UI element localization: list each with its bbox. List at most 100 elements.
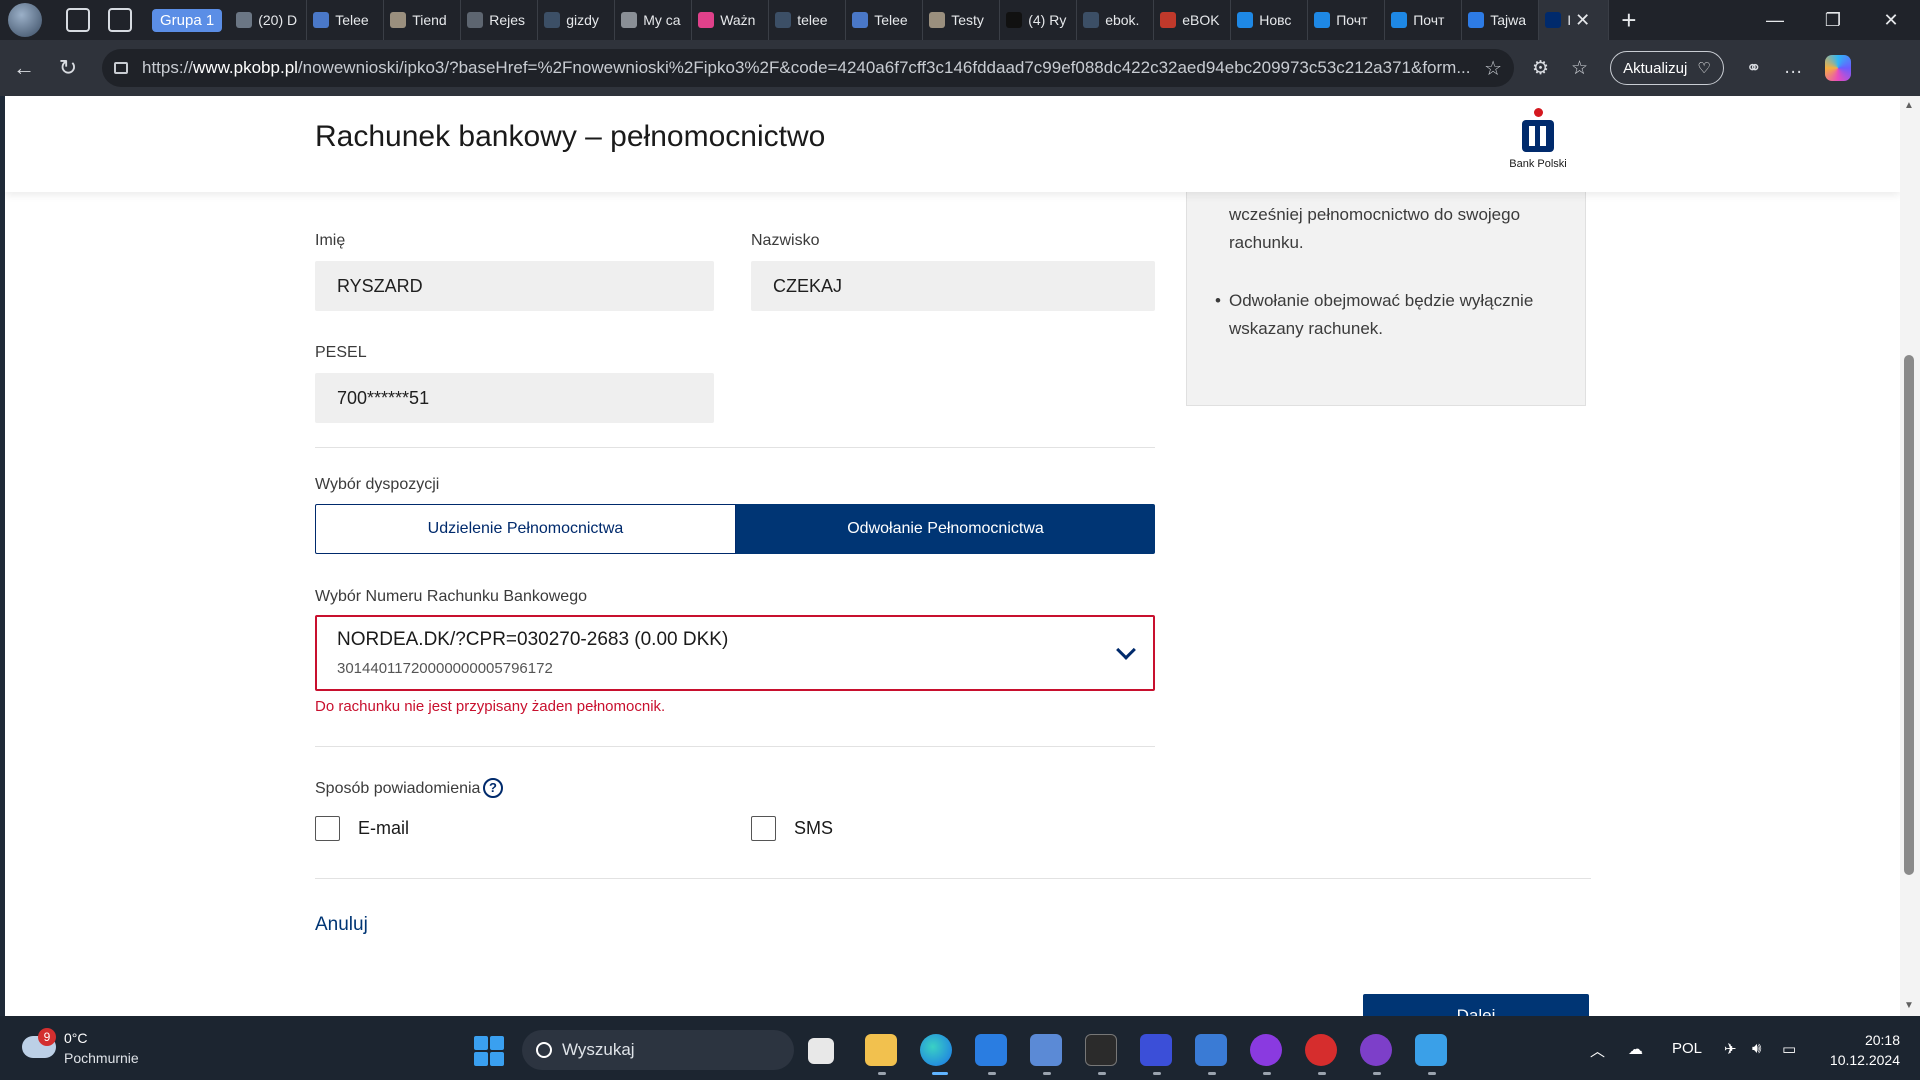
tab-title: eBOK [1182, 12, 1220, 28]
update-button[interactable]: Aktualizuj ♡ [1610, 51, 1724, 85]
divider [315, 878, 1591, 879]
favicon-icon [1237, 12, 1254, 28]
extensions-icon[interactable]: ⚙ [1532, 57, 1549, 80]
more-icon[interactable]: … [1784, 57, 1803, 79]
help-icon[interactable]: ? [483, 778, 503, 798]
account-label: Wybór Numeru Rachunku Bankowego [315, 588, 587, 605]
system-clock[interactable]: 20:18 10.12.2024 [1820, 1030, 1900, 1070]
tab-title: Telee [874, 12, 908, 28]
favicon-icon [236, 12, 253, 28]
terminal-icon[interactable] [1085, 1034, 1117, 1066]
volume-icon[interactable]: 🔊︎ [1752, 1040, 1761, 1057]
refresh-icon[interactable]: ↻ [48, 55, 88, 81]
pesel-label: PESEL [315, 344, 367, 361]
browser-tab[interactable]: gizdy [538, 0, 616, 40]
active-tab[interactable]: I ✕ [1539, 0, 1610, 40]
save-app-icon[interactable] [1140, 1034, 1172, 1066]
browser-tab[interactable]: Tajwa [1462, 0, 1540, 40]
minimize-icon[interactable]: — [1746, 10, 1804, 31]
tab-actions-icon[interactable] [108, 8, 132, 32]
favorite-star-icon[interactable]: ☆ [1484, 56, 1502, 81]
task-view-icon[interactable] [808, 1038, 834, 1064]
clock-date: 10.12.2024 [1829, 1052, 1900, 1068]
browser-tab[interactable]: telee [769, 0, 847, 40]
workspaces-icon[interactable] [66, 8, 90, 32]
chevron-up-icon[interactable]: ︿ [1590, 1040, 1605, 1061]
language-indicator[interactable]: POL [1672, 1040, 1702, 1057]
search-icon [536, 1042, 552, 1058]
toolbar-right: ⚙ ☆ Aktualizuj ♡ ⚭ … [1532, 51, 1851, 85]
windows-taskbar: 9 0°C Pochmurnie Wyszukaj ︿ ☁ POL ✈ 🔊︎ ▭… [0, 1016, 1920, 1080]
pko-logo[interactable]: Bank Polski [1505, 108, 1571, 170]
lock-icon[interactable] [114, 62, 128, 74]
browser-tab[interactable]: Testy [923, 0, 1001, 40]
browser-tab[interactable]: My ca [615, 0, 693, 40]
copilot-icon[interactable] [1824, 55, 1851, 81]
tab-group-chip[interactable]: Grupa 1 [152, 8, 223, 32]
performance-icon[interactable]: ⚭ [1746, 57, 1762, 80]
network-app-icon[interactable] [1030, 1034, 1062, 1066]
disposition-toggle: Udzielenie Pełnomocnictwa Odwołanie Pełn… [315, 504, 1155, 554]
profile-avatar[interactable] [8, 3, 42, 37]
sms-checkbox[interactable] [751, 816, 776, 841]
close-icon[interactable]: ✕ [1575, 10, 1590, 31]
browser-tab[interactable]: eBOK [1154, 0, 1232, 40]
scroll-up-icon[interactable]: ▲ [1904, 100, 1916, 111]
close-window-icon[interactable]: ✕ [1862, 10, 1920, 31]
browser-tab[interactable]: Telee [846, 0, 924, 40]
browser-tab-strip: Grupa 1 (20) D Telee Tiend Rejes gizdy My ca W… [0, 0, 1920, 40]
pko-logo-icon [1520, 108, 1556, 154]
new-tab-button[interactable]: + [1621, 5, 1636, 36]
app-icon[interactable] [1195, 1034, 1227, 1066]
url-text[interactable]: https://www.pkobp.pl/nowewnioski/ipko3/?… [142, 58, 1474, 78]
browser-tab[interactable]: Почт [1385, 0, 1463, 40]
browser-tab[interactable]: Ważn [692, 0, 770, 40]
tab-list: Grupa 1 (20) D Telee Tiend Rejes gizdy My ca W… [152, 0, 1636, 40]
browser-tab[interactable]: Почт [1308, 0, 1386, 40]
revoke-proxy-option[interactable]: Odwołanie Pełnomocnictwa [736, 504, 1155, 554]
edge-icon[interactable] [920, 1034, 952, 1066]
scrollbar-thumb[interactable] [1904, 355, 1914, 875]
favorites-icon[interactable]: ☆ [1571, 57, 1588, 80]
browser-tab[interactable]: Новс [1231, 0, 1309, 40]
tor-browser-icon[interactable] [1250, 1034, 1282, 1066]
browser-tab[interactable]: Tiend [384, 0, 462, 40]
opera-icon[interactable] [1305, 1034, 1337, 1066]
cancel-link[interactable]: Anuluj [315, 914, 368, 936]
browser-tab[interactable]: Rejes [461, 0, 539, 40]
airplane-mode-icon[interactable]: ✈ [1724, 1040, 1737, 1058]
clock-time: 20:18 [1864, 1032, 1900, 1048]
page-viewport: Rachunek bankowy – pełnomocnictwo Bank P… [5, 96, 1900, 1016]
favicon-icon [852, 12, 869, 28]
chevron-down-icon[interactable] [1116, 640, 1136, 660]
store-icon[interactable] [975, 1034, 1007, 1066]
favicon-icon [390, 12, 407, 28]
browser-tab[interactable]: Telee [307, 0, 385, 40]
tab-title: Почт [1413, 12, 1445, 28]
email-checkbox[interactable] [315, 816, 340, 841]
battery-icon[interactable]: ▭ [1782, 1040, 1796, 1058]
address-bar[interactable]: https://www.pkobp.pl/nowewnioski/ipko3/?… [102, 49, 1514, 87]
account-error-message: Do rachunku nie jest przypisany żaden pe… [315, 698, 666, 715]
next-button[interactable]: Dalej [1363, 994, 1589, 1016]
back-arrow-icon[interactable]: ← [4, 55, 44, 81]
account-select[interactable]: NORDEA.DK/?CPR=030270-2683 (0.00 DKK) 30… [315, 615, 1155, 691]
github-icon[interactable] [1360, 1034, 1392, 1066]
grant-proxy-option[interactable]: Udzielenie Pełnomocnictwa [315, 504, 736, 554]
weather-description[interactable]: Pochmurnie [64, 1050, 139, 1066]
browser-tab[interactable]: ebok. [1077, 0, 1155, 40]
search-placeholder: Wyszukaj [562, 1040, 635, 1059]
file-explorer-icon[interactable] [865, 1034, 897, 1066]
favicon-icon [1083, 12, 1100, 28]
browser-tab[interactable]: (4) Ry [1000, 0, 1078, 40]
taskbar-search[interactable]: Wyszukaj [522, 1030, 794, 1070]
notepad-icon[interactable] [1415, 1034, 1447, 1066]
tab-title: telee [797, 12, 828, 28]
divider [315, 447, 1155, 448]
restore-icon[interactable]: ❐ [1804, 10, 1862, 31]
weather-temperature[interactable]: 0°C [64, 1030, 88, 1046]
onedrive-icon[interactable]: ☁ [1628, 1040, 1643, 1058]
browser-tab[interactable]: (20) D [230, 0, 308, 40]
scroll-down-icon[interactable]: ▼ [1904, 1000, 1916, 1011]
windows-start-icon[interactable] [474, 1036, 504, 1066]
